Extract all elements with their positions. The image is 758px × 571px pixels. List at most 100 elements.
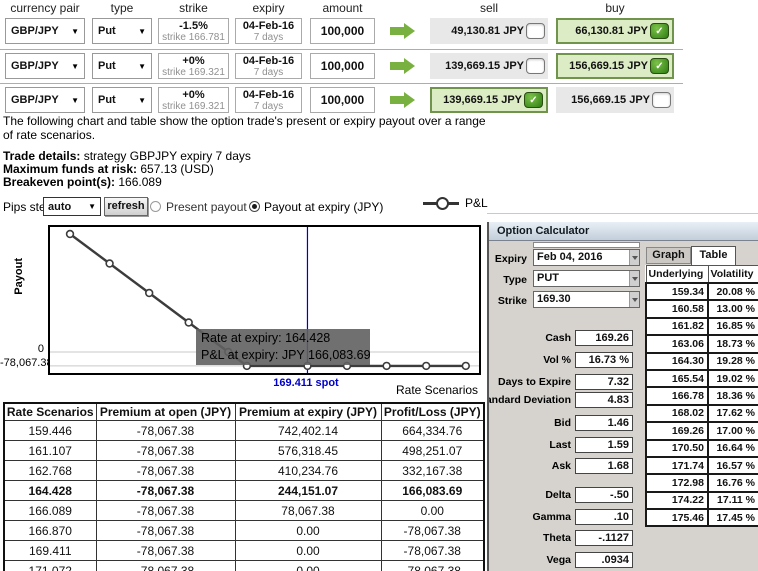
scenario-row: 171.072 -78,067.38 0.00 -78,067.38 <box>3 560 485 571</box>
trade-details-block: Trade details: strategy GBPJPY expiry 7 … <box>3 150 251 189</box>
combo-arrow-icon[interactable] <box>629 271 639 286</box>
stat-input[interactable]: .10 <box>575 509 633 525</box>
pips-step-value: auto <box>48 200 72 213</box>
checked-checkbox-icon[interactable]: ✓ <box>524 92 543 108</box>
description-line1: The following chart and table show the o… <box>3 114 486 128</box>
checked-checkbox-icon[interactable]: ✓ <box>650 58 669 74</box>
payout-at-expiry-radio[interactable] <box>249 201 260 212</box>
scenario-cell: 0.00 <box>380 500 485 521</box>
option-type-value: Put <box>98 94 116 106</box>
present-payout-radio[interactable] <box>150 201 161 212</box>
expiry-display[interactable]: 04-Feb-16 7 days <box>235 18 302 44</box>
strike-display[interactable]: -1.5% strike 166.781 <box>158 18 229 44</box>
stat-input[interactable]: 1.68 <box>575 458 633 474</box>
window-title-bar[interactable]: Option Calculator <box>489 222 758 241</box>
data-point-marker[interactable] <box>144 288 154 298</box>
stat-input[interactable]: 169.26 <box>575 330 633 346</box>
scenario-cell: -78,067.38 <box>95 500 236 521</box>
trade-row: GBP/JPY ▼ Put ▼ +0% strike 169.321 04-Fe… <box>0 53 700 79</box>
trade-row: GBP/JPY ▼ Put ▼ -1.5% strike 166.781 04-… <box>0 18 700 44</box>
expiry-display[interactable]: 04-Feb-16 7 days <box>235 87 302 113</box>
amount-field[interactable]: 100,000 <box>310 18 375 44</box>
volatility-row: 172.98 16.76 % <box>645 473 758 493</box>
scenario-cell: 161.107 <box>3 440 97 461</box>
arrow-right-icon <box>390 87 420 113</box>
volatility-row: 175.46 17.45 % <box>645 508 758 528</box>
stat-input[interactable]: 16.73 % <box>575 352 633 368</box>
combo-arrow-icon[interactable] <box>629 250 639 265</box>
scenario-row: 166.870 -78,067.38 0.00 -78,067.38 <box>3 520 485 541</box>
unchecked-checkbox-icon[interactable] <box>526 58 545 74</box>
sell-price: 49,130.81 JPY <box>451 25 524 37</box>
type-combo[interactable]: PUT <box>533 270 640 287</box>
amount-field[interactable]: 100,000 <box>310 87 375 113</box>
stat-input[interactable]: 1.59 <box>575 437 633 453</box>
volatility-cell: 164.30 <box>645 351 709 371</box>
expiry-label: Expiry <box>494 253 527 265</box>
strike-combo[interactable]: 169.30 <box>533 291 640 308</box>
col-header-volatility: Volatility <box>707 265 758 284</box>
volatility-cell: 16.57 % <box>707 455 758 476</box>
combo-arrow-icon[interactable] <box>629 292 639 307</box>
scenario-cell: 78,067.38 <box>234 500 382 521</box>
option-type-value: Put <box>98 25 116 37</box>
refresh-button[interactable]: refresh <box>104 197 148 216</box>
stat-input[interactable]: 1.46 <box>575 415 633 431</box>
sell-option[interactable]: 139,669.15 JPY <box>430 53 548 79</box>
unchecked-checkbox-icon[interactable] <box>526 23 545 39</box>
volatility-row: 159.34 20.08 % <box>645 281 758 302</box>
scenario-row: 169.411 -78,067.38 0.00 -78,067.38 <box>3 540 485 561</box>
data-point-marker[interactable] <box>461 361 470 371</box>
volatility-cell: 171.74 <box>645 455 709 476</box>
expiry-display[interactable]: 04-Feb-16 7 days <box>235 53 302 79</box>
buy-price: 66,130.81 JPY <box>575 25 648 37</box>
pips-step-select[interactable]: auto ▼ <box>43 197 101 216</box>
strike-display[interactable]: +0% strike 169.321 <box>158 53 229 79</box>
data-point-marker[interactable] <box>65 229 75 239</box>
volatility-row: 160.58 13.00 % <box>645 299 758 319</box>
option-type-select[interactable]: Put ▼ <box>92 87 152 113</box>
volatility-cell: 17.62 % <box>707 403 758 424</box>
stat-input[interactable]: .0934 <box>575 552 633 568</box>
currency-pair-select[interactable]: GBP/JPY ▼ <box>5 53 85 79</box>
strike-display[interactable]: +0% strike 169.321 <box>158 87 229 113</box>
tab-graph[interactable]: Graph <box>646 247 691 264</box>
stat-label: Delta <box>545 489 571 501</box>
data-point-marker[interactable] <box>422 361 431 371</box>
option-type-select[interactable]: Put ▼ <box>92 18 152 44</box>
buy-price: 156,669.15 JPY <box>569 60 648 72</box>
option-type-select[interactable]: Put ▼ <box>92 53 152 79</box>
sell-price: 139,669.15 JPY <box>443 94 522 106</box>
col-header-rate: Rate Scenarios <box>3 402 97 421</box>
strike-percent: -1.5% <box>179 20 208 32</box>
sell-option[interactable]: 49,130.81 JPY <box>430 18 548 44</box>
expiry-combo[interactable]: Feb 04, 2016 <box>533 249 640 266</box>
stat-input[interactable]: 7.32 <box>575 374 633 390</box>
checked-checkbox-icon[interactable]: ✓ <box>650 23 669 39</box>
unchecked-checkbox-icon[interactable] <box>652 92 671 108</box>
volatility-cell: 20.08 % <box>707 281 758 302</box>
present-payout-label: Present payout <box>166 200 247 214</box>
currency-pair-select[interactable]: GBP/JPY ▼ <box>5 87 85 113</box>
data-point-marker[interactable] <box>382 361 391 371</box>
volatility-cell: 17.11 % <box>707 490 758 511</box>
volatility-row: 170.50 16.64 % <box>645 438 758 458</box>
chevron-down-icon: ▼ <box>71 26 79 36</box>
tab-table[interactable]: Table <box>691 246 736 265</box>
volatility-cell: 16.64 % <box>707 438 758 458</box>
buy-option[interactable]: 66,130.81 JPY ✓ <box>556 18 674 44</box>
data-point-marker[interactable] <box>105 259 114 268</box>
buy-option[interactable]: 156,669.15 JPY <box>556 87 674 113</box>
amount-field[interactable]: 100,000 <box>310 53 375 79</box>
stat-input[interactable]: -.1127 <box>575 530 633 546</box>
option-type-value: Put <box>98 60 116 72</box>
stat-input[interactable]: 4.83 <box>575 392 633 408</box>
currency-pair-select[interactable]: GBP/JPY ▼ <box>5 18 85 44</box>
volatility-cell: 19.02 % <box>707 368 758 389</box>
buy-option[interactable]: 156,669.15 JPY ✓ <box>556 53 674 79</box>
volatility-cell: 160.58 <box>645 299 709 319</box>
data-point-marker[interactable] <box>184 318 193 327</box>
stat-input[interactable]: -.50 <box>575 487 633 503</box>
sell-option[interactable]: 139,669.15 JPY ✓ <box>430 87 548 113</box>
scenario-cell: -78,067.38 <box>380 540 485 561</box>
